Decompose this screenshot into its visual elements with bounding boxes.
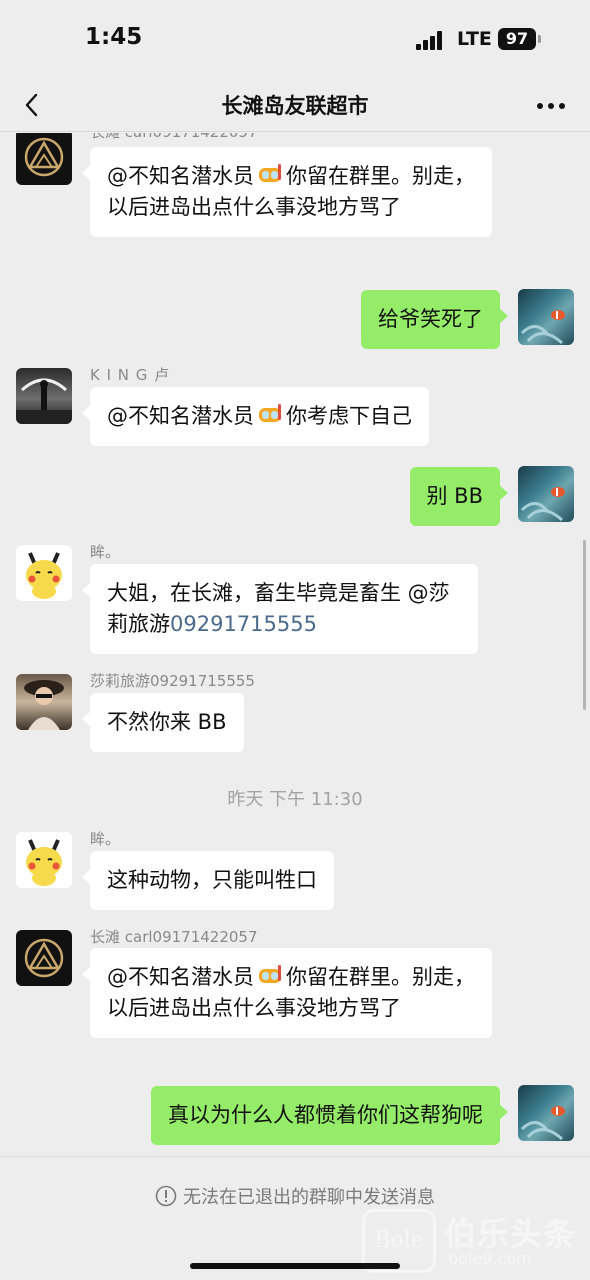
diving-mask-emoji	[259, 164, 281, 182]
network-type: LTE	[457, 28, 492, 50]
message-bubble[interactable]: @不知名潜水员 你考虑下自己	[82, 387, 429, 446]
self-avatar[interactable]	[518, 466, 574, 522]
watermark-url: bole9.com	[448, 1249, 532, 1268]
message-text: 真以为什么人都惯着你们这帮狗呢	[168, 1103, 483, 1127]
scrollbar[interactable]	[583, 540, 586, 710]
home-indicator[interactable]	[190, 1263, 400, 1269]
status-time: 1:45	[85, 24, 143, 50]
chat-timestamp: 昨天 下午 11:30	[227, 789, 363, 810]
sender-name: 长滩 carl09171422057	[90, 928, 258, 946]
message-mention: @不知名潜水员	[107, 164, 254, 188]
message-bubble[interactable]: @不知名潜水员 你留在群里。别走，以后进岛出点什么事没地方骂了	[82, 147, 492, 237]
message-mention: @不知名潜水员	[107, 404, 254, 428]
signal-icon	[416, 30, 446, 50]
avatar[interactable]	[16, 930, 72, 986]
diving-mask-emoji	[259, 965, 281, 983]
message-list[interactable]: 长滩 carl09171422057 @不知名潜水员你留在群里。别走，以后进岛出…	[0, 133, 590, 1155]
message-text: 别 BB	[426, 484, 484, 508]
self-avatar[interactable]	[518, 289, 574, 345]
exited-group-notice: 无法在已退出的群聊中发送消息 Bole 伯乐头条 bole9.com	[0, 1156, 590, 1280]
message-bubble[interactable]: @不知名潜水员 你留在群里。别走，以后进岛出点什么事没地方骂了	[82, 948, 492, 1038]
sender-name: 长滩 carl09171422057	[90, 133, 258, 142]
self-avatar[interactable]	[518, 1085, 574, 1141]
avatar[interactable]	[16, 133, 72, 185]
avatar[interactable]	[16, 545, 72, 601]
info-icon	[155, 1185, 177, 1207]
message-bubble[interactable]: 给爷笑死了	[361, 290, 508, 349]
avatar[interactable]	[16, 368, 72, 424]
message-text: 不然你来 BB	[107, 710, 227, 734]
message-mention: @不知名潜水员	[107, 965, 254, 989]
nav-bar: 长滩岛友联超市	[0, 80, 590, 132]
battery-tip	[538, 35, 541, 43]
phone-link[interactable]: 09291715555	[170, 612, 317, 636]
sender-name: 莎莉旅游09291715555	[90, 672, 255, 690]
status-bar: 1:45 LTE 97	[0, 0, 590, 80]
chat-title: 长滩岛友联超市	[221, 94, 369, 118]
message-bubble[interactable]: 这种动物，只能叫牲口	[82, 851, 334, 910]
message-text: 这种动物，只能叫牲口	[107, 868, 317, 892]
diving-mask-emoji	[259, 404, 281, 422]
sender-name: K I N G 卢	[90, 366, 171, 384]
message-bubble[interactable]: 不然你来 BB	[82, 693, 244, 752]
message-bubble[interactable]: 别 BB	[409, 467, 508, 526]
avatar[interactable]	[16, 674, 72, 730]
message-text: 你考虑下自己	[286, 404, 412, 428]
battery-icon: 97	[498, 28, 536, 50]
sender-name: 眸。	[90, 543, 121, 561]
avatar[interactable]	[16, 832, 72, 888]
message-text: 给爷笑死了	[378, 307, 483, 331]
message-bubble[interactable]: 大姐，在长滩，畜生毕竟是畜生 @莎莉旅游09291715555	[82, 564, 478, 654]
sender-name: 眸。	[90, 830, 121, 848]
more-icon[interactable]	[536, 102, 566, 110]
message-bubble[interactable]: 真以为什么人都惯着你们这帮狗呢	[151, 1086, 508, 1145]
